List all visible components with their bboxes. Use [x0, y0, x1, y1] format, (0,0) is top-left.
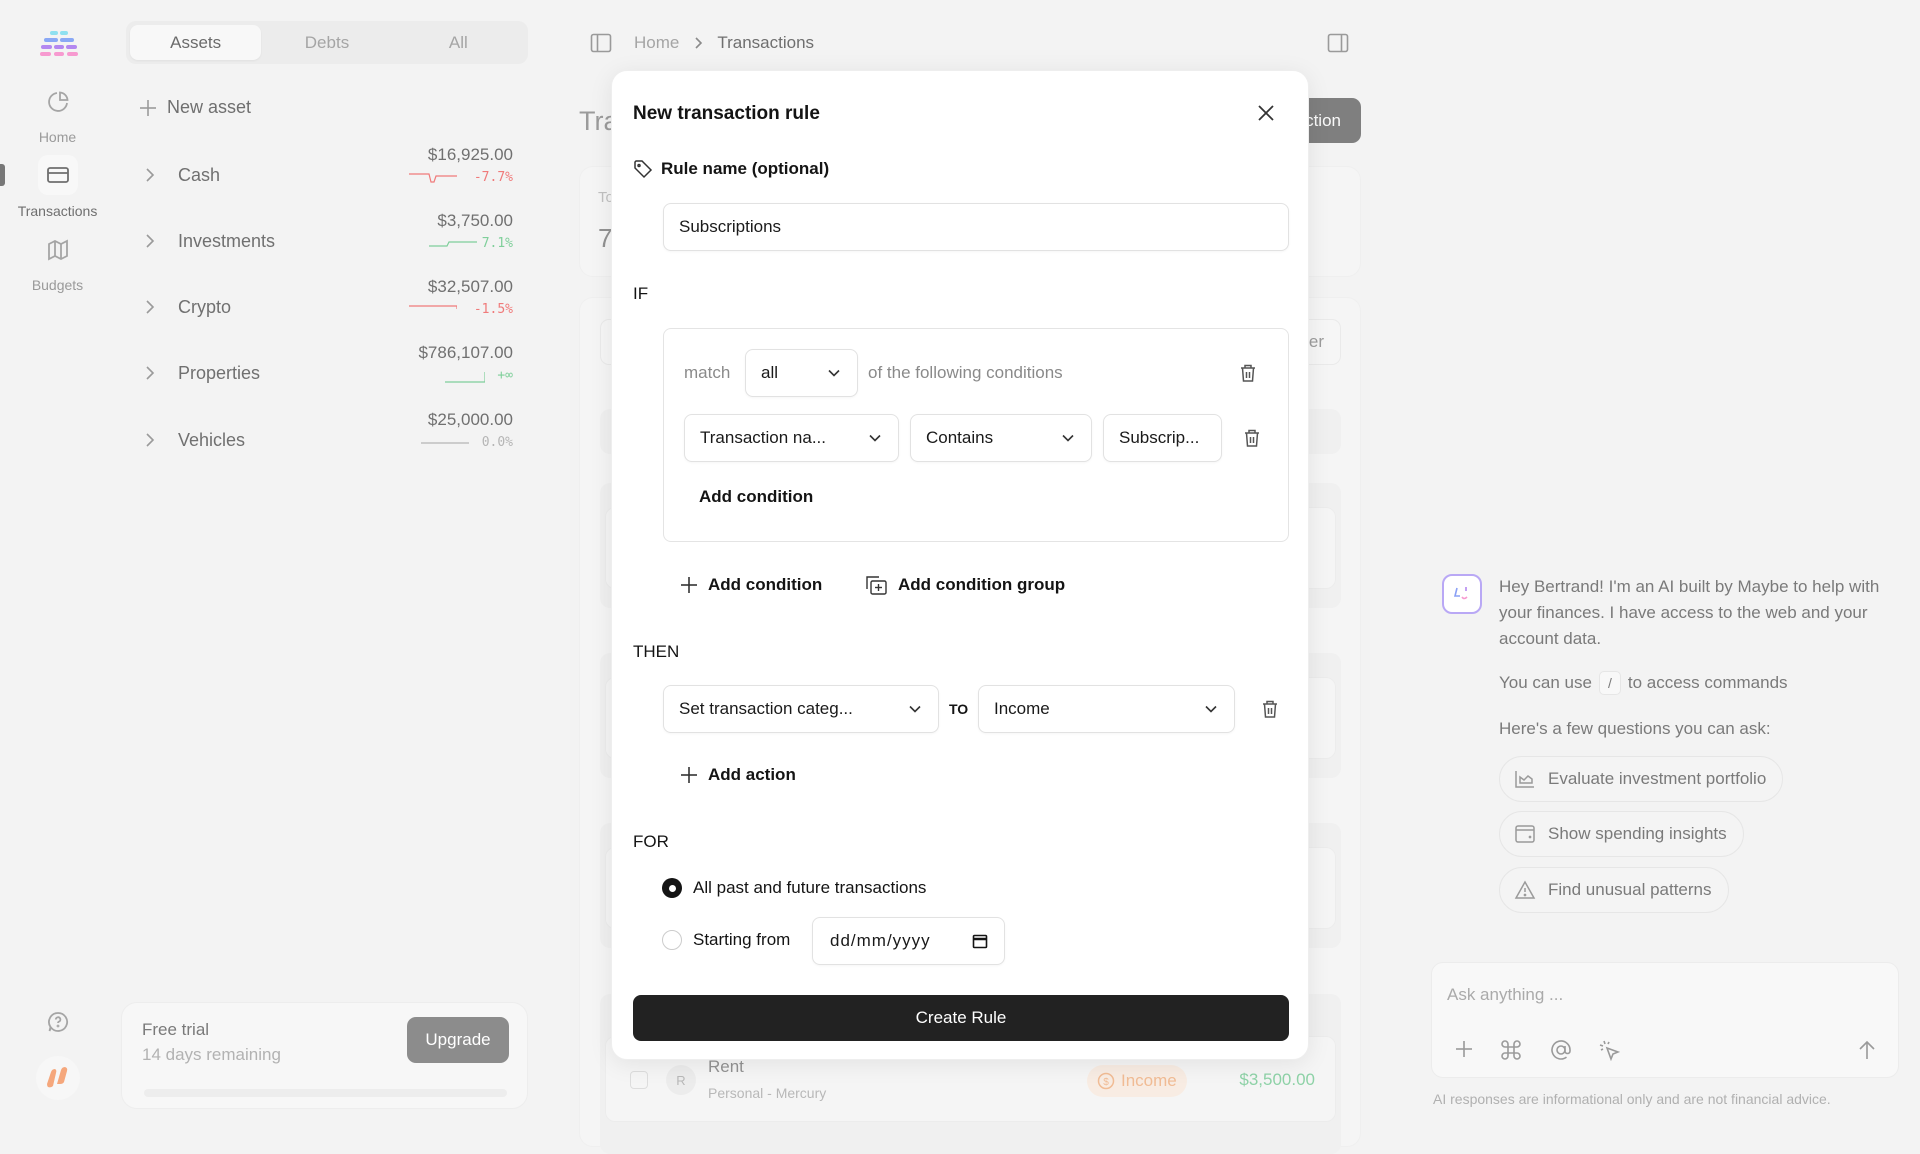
date-placeholder: dd/mm/yyyy — [830, 931, 931, 951]
commands-prefix: You can use — [1499, 670, 1592, 696]
chevron-down-icon — [827, 369, 841, 378]
action-type-value: Set transaction categ... — [679, 699, 853, 719]
condition-operator-select[interactable]: Contains — [910, 414, 1092, 462]
plus-icon — [680, 766, 698, 784]
radio-all-transactions-label: All past and future transactions — [693, 878, 926, 898]
add-condition-label: Add condition — [708, 575, 822, 595]
match-select[interactable]: all — [745, 349, 858, 397]
avatar: R — [666, 1065, 696, 1095]
commands-key: / — [1599, 671, 1621, 695]
add-condition-button[interactable]: Add condition — [680, 575, 822, 595]
condition-value-input[interactable]: Subscrip... — [1103, 414, 1222, 462]
delete-condition-trash-icon[interactable] — [1243, 428, 1261, 448]
add-group-icon — [864, 574, 888, 596]
delete-action-trash-icon[interactable] — [1261, 699, 1279, 719]
create-rule-button[interactable]: Create Rule — [633, 995, 1289, 1041]
to-label: TO — [949, 701, 968, 717]
new-transaction-label: ction — [1305, 111, 1341, 131]
chevron-down-icon — [1204, 705, 1218, 714]
add-action-label: Add action — [708, 765, 796, 785]
ai-greeting: Hey Bertrand! I'm an AI built by Maybe t… — [1499, 574, 1889, 652]
delete-group-trash-icon[interactable] — [1239, 363, 1257, 383]
mention-icon[interactable] — [1550, 1039, 1572, 1061]
calendar-icon[interactable] — [972, 933, 988, 949]
match-value: all — [761, 363, 778, 383]
send-arrow-up-icon[interactable] — [1857, 1039, 1877, 1061]
command-icon[interactable] — [1500, 1039, 1522, 1061]
radio-starting-from-label: Starting from — [693, 930, 790, 950]
dollar-circle-icon: $ — [1097, 1072, 1115, 1090]
rule-name-input[interactable]: Subscriptions — [663, 203, 1289, 251]
action-value-select[interactable]: Income — [978, 685, 1235, 733]
suggestion-spending-insights[interactable]: Show spending insights — [1499, 811, 1744, 857]
ai-avatar-icon — [1442, 574, 1482, 614]
chevron-down-icon — [1061, 434, 1075, 443]
cursor-click-icon[interactable] — [1598, 1039, 1620, 1061]
action-value: Income — [994, 699, 1050, 719]
inner-add-condition-label: Add condition — [699, 487, 813, 507]
add-condition-group-button[interactable]: Add condition group — [864, 574, 1065, 596]
radio-starting-from[interactable] — [662, 930, 682, 950]
ai-disclaimer: AI responses are informational only and … — [1433, 1091, 1831, 1107]
attach-plus-icon[interactable] — [1454, 1039, 1474, 1059]
warning-icon — [1514, 880, 1536, 900]
rule-name-label: Rule name (optional) — [661, 159, 829, 179]
row-checkbox[interactable] — [630, 1071, 648, 1089]
if-label: IF — [633, 284, 648, 304]
svg-text:$: $ — [1103, 1077, 1109, 1088]
suggestion-label: Find unusual patterns — [1548, 880, 1712, 900]
match-label: match — [684, 363, 730, 383]
add-action-button[interactable]: Add action — [680, 765, 796, 785]
chat-input-box: Ask anything ... — [1431, 962, 1899, 1078]
transaction-name[interactable]: Rent — [708, 1057, 744, 1077]
then-label: THEN — [633, 642, 679, 662]
dialog-title: New transaction rule — [633, 103, 820, 125]
transaction-amount: $3,500.00 — [1239, 1070, 1315, 1090]
start-date-input[interactable]: dd/mm/yyyy — [812, 917, 1005, 965]
add-condition-group-label: Add condition group — [898, 575, 1065, 595]
radio-all-transactions[interactable] — [662, 878, 682, 898]
chevron-down-icon — [908, 705, 922, 714]
chart-icon — [1514, 769, 1536, 789]
category-badge[interactable]: $ Income — [1087, 1065, 1187, 1097]
close-icon[interactable] — [1257, 104, 1275, 122]
inner-add-condition-button[interactable]: Add condition — [699, 487, 813, 507]
condition-field-value: Transaction na... — [700, 428, 826, 448]
new-transaction-rule-dialog: New transaction rule Rule name (optional… — [611, 70, 1309, 1060]
suggestion-label: Show spending insights — [1548, 824, 1727, 844]
rule-name-label-row: Rule name (optional) — [633, 159, 829, 179]
commands-suffix: to access commands — [1628, 670, 1788, 696]
questions-intro: Here's a few questions you can ask: — [1499, 716, 1771, 742]
chat-input[interactable]: Ask anything ... — [1447, 985, 1563, 1005]
suggestion-label: Evaluate investment portfolio — [1548, 769, 1766, 789]
wallet-icon — [1514, 824, 1536, 844]
for-label: FOR — [633, 832, 669, 852]
action-type-select[interactable]: Set transaction categ... — [663, 685, 939, 733]
condition-value: Subscrip... — [1119, 428, 1199, 448]
plus-icon — [680, 576, 698, 594]
condition-field-select[interactable]: Transaction na... — [684, 414, 899, 462]
tag-icon — [633, 159, 653, 179]
filter-label: er — [1309, 332, 1324, 352]
category-label: Income — [1121, 1071, 1177, 1091]
suggestion-unusual-patterns[interactable]: Find unusual patterns — [1499, 867, 1729, 913]
condition-operator-value: Contains — [926, 428, 993, 448]
suggestion-evaluate-portfolio[interactable]: Evaluate investment portfolio — [1499, 756, 1783, 802]
match-suffix: of the following conditions — [868, 363, 1063, 383]
rule-name-value: Subscriptions — [679, 217, 781, 237]
commands-hint: You can use / to access commands — [1499, 670, 1788, 696]
chevron-down-icon — [868, 434, 882, 443]
transaction-account: Personal - Mercury — [708, 1085, 826, 1101]
